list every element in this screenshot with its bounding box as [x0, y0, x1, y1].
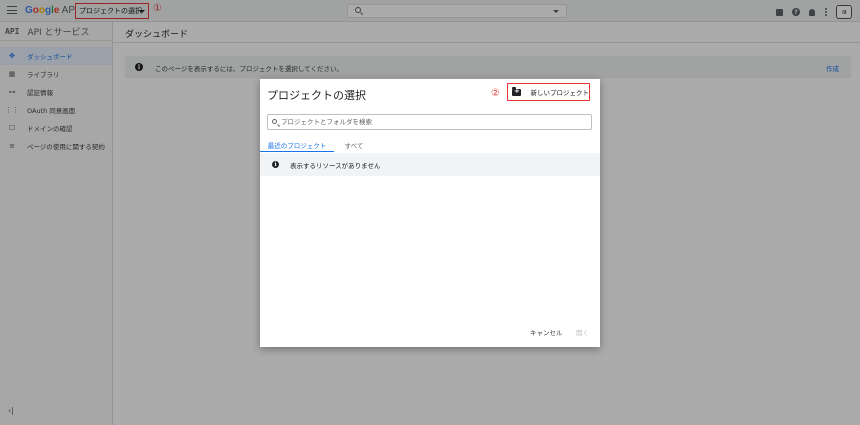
new-folder-icon: [512, 87, 521, 96]
new-project-label: 新しいプロジェクト: [530, 89, 590, 97]
open-button[interactable]: 開く: [576, 327, 589, 337]
new-project-button[interactable]: 新しいプロジェクト: [507, 83, 590, 101]
empty-message: 表示するリソースがありません: [290, 162, 381, 170]
tab-recent-projects[interactable]: 最近のプロジェクト: [260, 138, 334, 152]
dialog-tabs: 最近のプロジェクト すべて: [260, 138, 600, 152]
search-icon: [272, 119, 277, 124]
info-icon: i: [272, 161, 279, 168]
cancel-button[interactable]: キャンセル: [530, 327, 563, 337]
project-search-input[interactable]: [281, 116, 581, 128]
tab-all[interactable]: すべて: [334, 138, 374, 152]
select-project-dialog: プロジェクトの選択 ② 新しいプロジェクト 最近のプロジェクト すべて i 表示…: [260, 79, 600, 347]
annotation-marker-2: ②: [491, 88, 500, 99]
project-search-field[interactable]: [267, 114, 592, 130]
dialog-title: プロジェクトの選択: [267, 89, 366, 102]
project-list-empty-row: i 表示するリソースがありません: [260, 153, 600, 176]
